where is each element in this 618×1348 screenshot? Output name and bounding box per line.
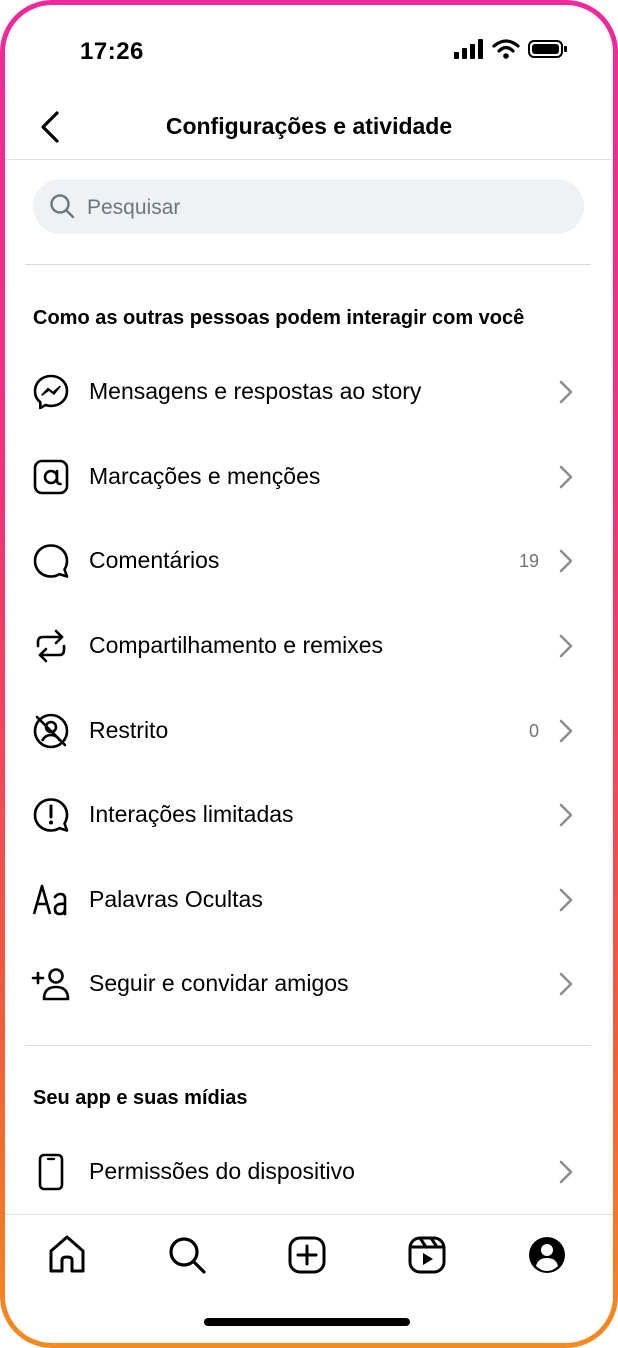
- profile-icon[interactable]: [525, 1233, 569, 1277]
- menu-item-label: Comentários: [89, 547, 220, 573]
- search-input[interactable]: [85, 179, 569, 236]
- chevron-right-icon: [559, 888, 573, 912]
- menu-item-label: Restrito: [89, 717, 169, 743]
- status-icons: [454, 39, 568, 59]
- menu-item-device-permissions[interactable]: Permissões do dispositivo: [5, 1130, 613, 1214]
- restricted-count: 0: [528, 721, 539, 741]
- search-icon[interactable]: [165, 1233, 209, 1277]
- menu-item-label: Mensagens e respostas ao story: [89, 378, 422, 404]
- battery-icon: [528, 40, 567, 58]
- menu-item-label: Interações limitadas: [89, 801, 294, 827]
- status-time: 17:26: [80, 38, 144, 65]
- comments-count: 19: [518, 551, 539, 571]
- at-sign-icon: [33, 459, 69, 495]
- menu-item-label: Seguir e convidar amigos: [89, 970, 349, 996]
- menu-item-limited-interactions[interactable]: Interações limitadas: [5, 773, 613, 857]
- reels-icon[interactable]: [405, 1233, 449, 1277]
- phone-icon: [38, 1153, 64, 1191]
- section-title-interactions: Como as outras pessoas podem interagir c…: [33, 307, 525, 329]
- search-bar[interactable]: [33, 179, 584, 236]
- chevron-right-icon: [559, 803, 573, 827]
- section-title-app-media: Seu app e suas mídias: [33, 1087, 248, 1109]
- chevron-right-icon: [559, 465, 573, 489]
- bottom-tab-bar: [5, 1214, 613, 1305]
- chevron-right-icon: [559, 380, 573, 404]
- status-bar: 17:26: [5, 5, 613, 95]
- menu-item-messages[interactable]: Mensagens e respostas ao story: [5, 350, 613, 434]
- menu-item-restricted[interactable]: Restrito 0: [5, 689, 613, 773]
- menu-item-hidden-words[interactable]: Palavras Ocultas: [5, 858, 613, 942]
- menu-item-label: Permissões do dispositivo: [89, 1158, 355, 1184]
- menu-item-follow-invite[interactable]: Seguir e convidar amigos: [5, 942, 613, 1026]
- page-title: Configurações e atividade: [165, 113, 453, 139]
- header: Configurações e atividade: [5, 95, 613, 160]
- add-person-icon: [31, 968, 70, 1001]
- chevron-right-icon: [559, 549, 573, 573]
- messenger-icon: [33, 374, 69, 410]
- divider: [25, 264, 591, 265]
- search-icon: [50, 194, 75, 219]
- restricted-icon: [33, 713, 69, 749]
- menu-item-sharing[interactable]: Compartilhamento e remixes: [5, 604, 613, 688]
- chevron-right-icon: [559, 1160, 573, 1184]
- chevron-right-icon: [559, 719, 573, 743]
- menu-item-tags[interactable]: Marcações e menções: [5, 435, 613, 519]
- menu-item-label: Compartilhamento e remixes: [89, 632, 384, 658]
- menu-item-comments[interactable]: Comentários 19: [5, 519, 613, 603]
- menu-item-label: Marcações e menções: [89, 463, 321, 489]
- create-icon[interactable]: [285, 1233, 329, 1277]
- alert-bubble-icon: [33, 798, 69, 832]
- comment-icon: [33, 544, 69, 578]
- device-frame: 17:26 Configurações e atividade Pesquisa…: [0, 0, 618, 1348]
- home-indicator: [204, 1318, 410, 1326]
- menu-item-label: Palavras Ocultas: [89, 886, 263, 912]
- home-icon[interactable]: [45, 1233, 89, 1277]
- text-aa-icon: [32, 884, 67, 916]
- repost-icon: [36, 629, 66, 663]
- chevron-right-icon: [559, 972, 573, 996]
- wifi-icon: [492, 39, 520, 59]
- chevron-right-icon: [559, 634, 573, 658]
- divider: [25, 1045, 591, 1046]
- screen: 17:26 Configurações e atividade Pesquisa…: [5, 5, 613, 1343]
- signal-icon: [454, 39, 483, 59]
